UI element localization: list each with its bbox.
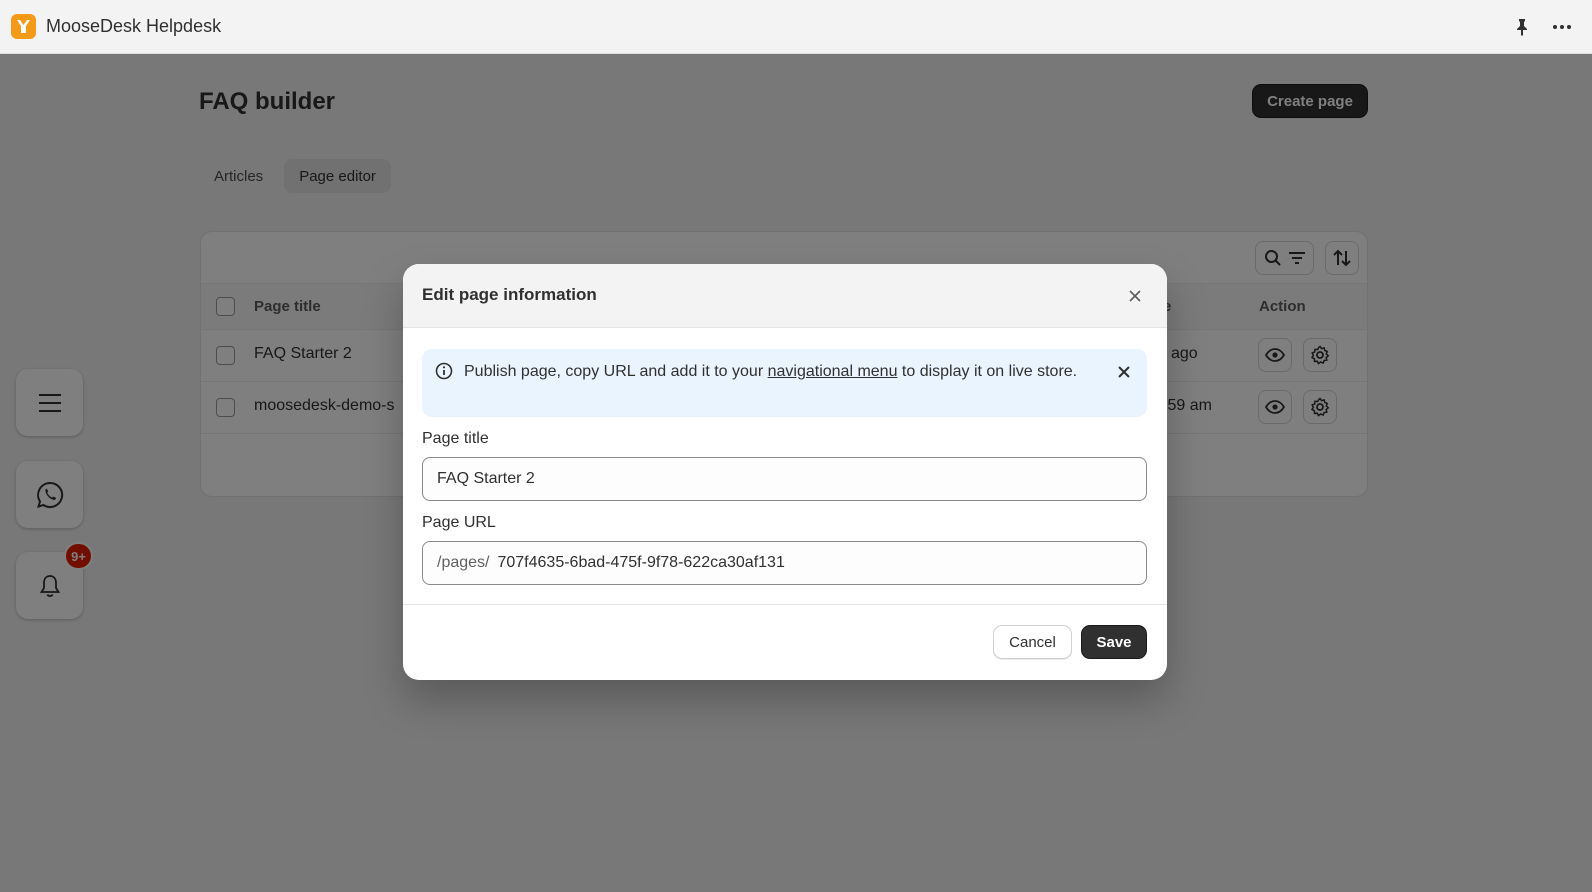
edit-page-modal: Edit page information Publish page, copy… <box>403 264 1167 680</box>
cancel-button[interactable]: Cancel <box>993 625 1072 659</box>
pin-icon[interactable] <box>1510 15 1534 39</box>
app-logo-icon <box>11 14 36 39</box>
app-title: MooseDesk Helpdesk <box>46 16 222 36</box>
page-url-value: 707f4635-6bad-475f-9f78-622ca30af131 <box>497 554 785 571</box>
save-button[interactable]: Save <box>1081 625 1147 659</box>
page-title-value: FAQ Starter 2 <box>437 470 535 487</box>
page-url-label: Page URL <box>422 514 496 531</box>
page-url-prefix: /pages/ <box>437 554 490 571</box>
app-bar: MooseDesk Helpdesk <box>0 0 1592 54</box>
banner-text-start: Publish page, copy URL and add it to you… <box>464 363 768 380</box>
page-title-input[interactable]: FAQ Starter 2 <box>422 457 1147 501</box>
banner-text-end: to display it on live store. <box>897 363 1078 380</box>
banner-text: Publish page, copy URL and add it to you… <box>464 359 1094 384</box>
info-banner: Publish page, copy URL and add it to you… <box>422 349 1147 417</box>
modal-header: Edit page information <box>403 264 1167 328</box>
banner-dismiss-button[interactable] <box>1115 363 1133 381</box>
modal-title: Edit page information <box>422 285 597 304</box>
close-icon <box>1118 366 1130 378</box>
more-options-icon[interactable] <box>1550 15 1574 39</box>
page-url-input[interactable]: /pages/ 707f4635-6bad-475f-9f78-622ca30a… <box>422 541 1147 585</box>
navigational-menu-link[interactable]: navigational menu <box>768 363 898 380</box>
modal-close-button[interactable] <box>1123 284 1147 308</box>
modal-footer: Cancel Save <box>403 604 1167 680</box>
close-icon <box>1129 290 1141 302</box>
info-icon <box>435 362 453 385</box>
page-title-label: Page title <box>422 430 489 447</box>
